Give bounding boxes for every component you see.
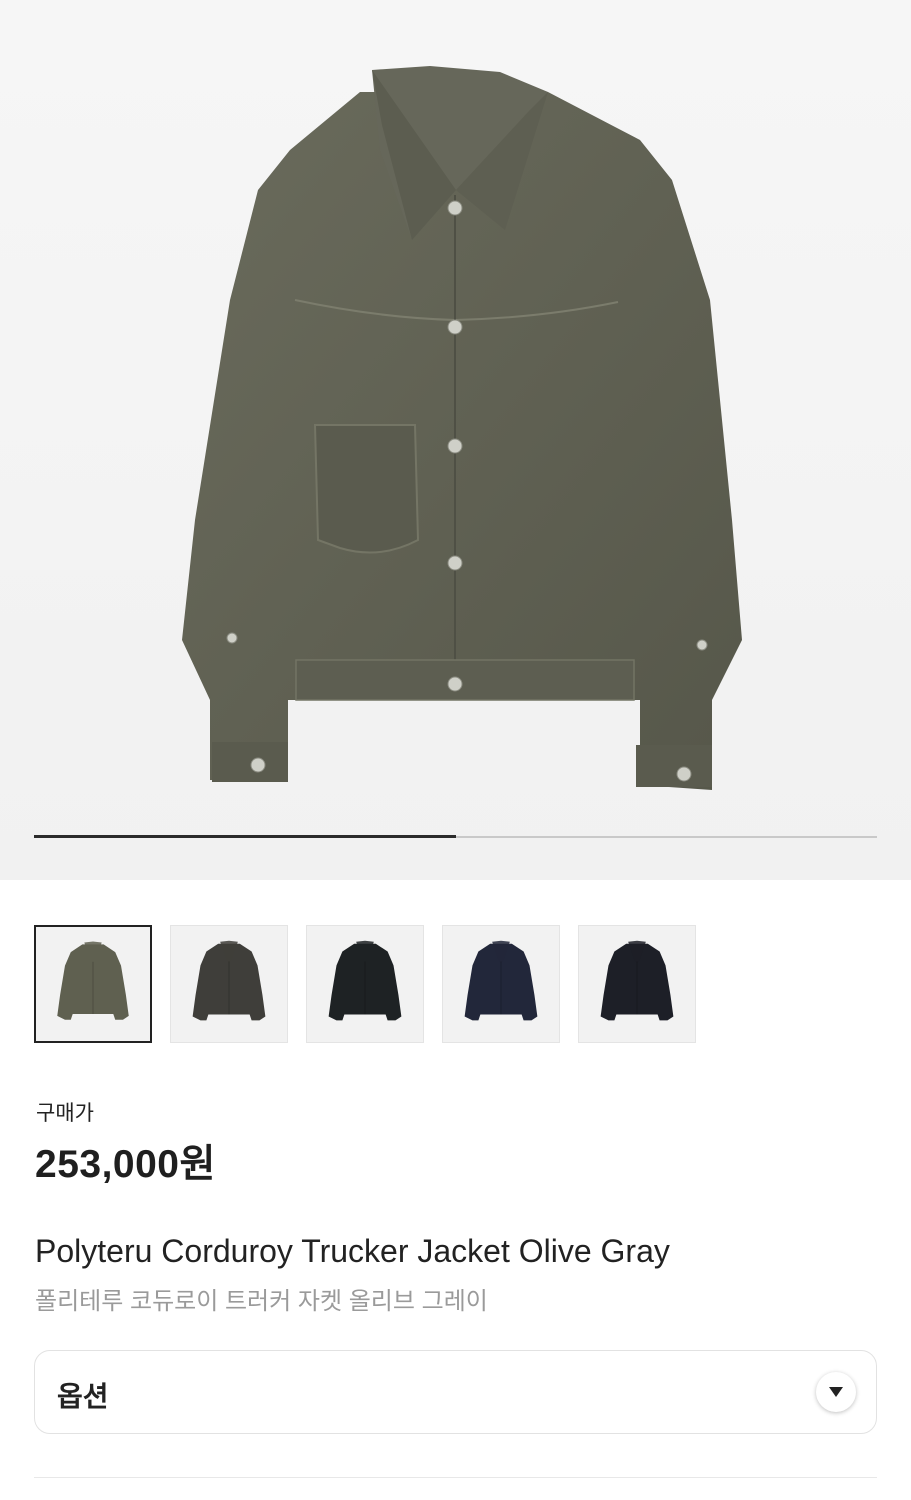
jacket-thumbnail-icon	[600, 940, 674, 1021]
image-slider-progress-fill	[34, 835, 456, 838]
jacket-thumbnail-icon	[192, 940, 266, 1021]
option-select[interactable]: 옵션	[34, 1350, 877, 1434]
thumb-navy[interactable]	[442, 925, 560, 1043]
section-divider	[34, 1477, 877, 1478]
product-hero-image[interactable]	[0, 0, 911, 880]
thumb-charcoal[interactable]	[170, 925, 288, 1043]
thumbnail-strip	[34, 925, 696, 1043]
price-label: 구매가	[36, 1102, 94, 1125]
price-value: 253,000원	[35, 1143, 216, 1186]
thumb-black-distressed[interactable]	[306, 925, 424, 1043]
jacket-illustration	[182, 66, 742, 790]
image-slider-progress[interactable]	[34, 835, 877, 838]
product-name-ko: 폴리테루 코듀로이 트러커 자켓 올리브 그레이	[35, 1288, 488, 1315]
jacket-thumbnail-icon	[464, 940, 538, 1021]
product-name-en: Polyteru Corduroy Trucker Jacket Olive G…	[35, 1233, 670, 1269]
thumb-olive-gray[interactable]	[34, 925, 152, 1043]
thumb-black[interactable]	[578, 925, 696, 1043]
jacket-thumbnail-icon	[328, 940, 402, 1021]
option-label: 옵션	[57, 1381, 109, 1412]
jacket-thumbnail-icon	[57, 941, 129, 1020]
caret-down-icon[interactable]	[816, 1372, 856, 1412]
